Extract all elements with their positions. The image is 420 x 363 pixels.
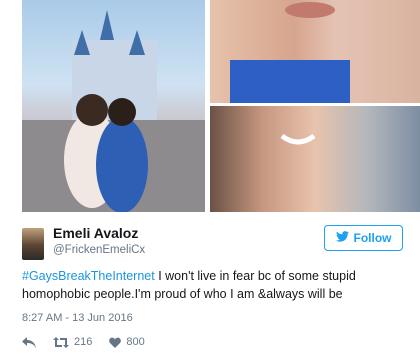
kiss-illustration [230, 2, 350, 103]
media-grid [0, 0, 420, 212]
avatar[interactable] [22, 228, 44, 260]
retweet-count: 216 [74, 336, 93, 348]
castle-illustration [22, 10, 205, 212]
tweet-card: Emeli Avaloz @FrickenEmeliCx Follow #Gay… [0, 212, 420, 363]
photo-couple-at-castle[interactable] [22, 0, 205, 212]
follow-label: Follow [353, 231, 392, 245]
retweet-icon [53, 336, 69, 348]
user-handle[interactable]: @FrickenEmeliCx [53, 244, 145, 256]
like-count: 800 [126, 336, 145, 348]
photo-kiss-closeup[interactable] [210, 0, 420, 103]
photo-smiling-closeup[interactable] [210, 106, 420, 212]
follow-button[interactable]: Follow [324, 225, 403, 251]
twitter-bird-icon [335, 231, 349, 245]
retweet-button[interactable]: 216 [53, 336, 92, 348]
tweet-text: #GaysBreakTheInternet I won't live in fe… [22, 267, 407, 303]
like-button[interactable]: 800 [109, 336, 145, 348]
tweet-text-line2: homophobic people.I'm proud of who I am … [22, 287, 343, 301]
smile-illustration [280, 133, 316, 145]
reply-button[interactable] [22, 336, 36, 348]
tweet-actions: 216 800 [22, 336, 162, 348]
display-name[interactable]: Emeli Avaloz [53, 225, 138, 241]
reply-icon [22, 336, 36, 348]
hashtag-link[interactable]: #GaysBreakTheInternet [22, 269, 155, 283]
tweet-text-line1: I won't live in fear bc of some stupid [154, 269, 356, 283]
heart-icon [109, 337, 122, 348]
tweet-timestamp[interactable]: 8:27 AM - 13 Jun 2016 [22, 312, 133, 324]
